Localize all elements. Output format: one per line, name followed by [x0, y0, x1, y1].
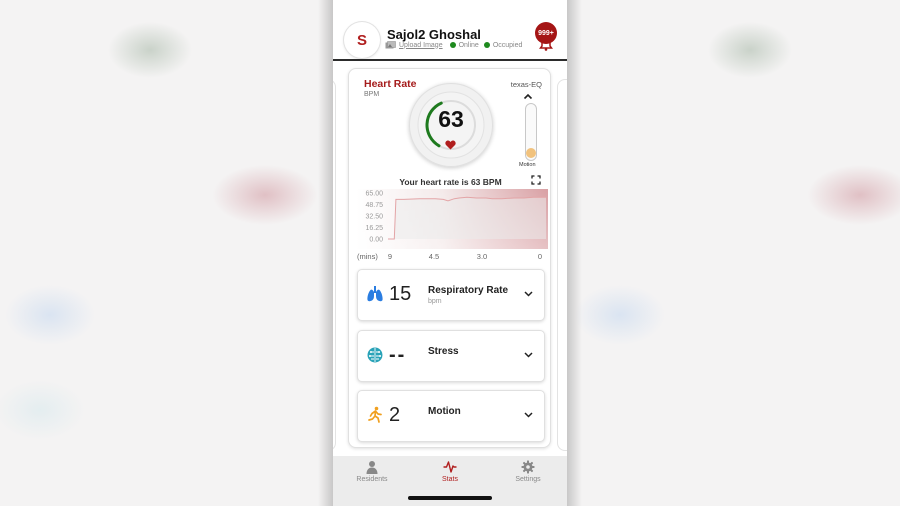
chevron-down-icon[interactable]	[524, 291, 533, 297]
gear-icon	[521, 460, 535, 474]
tab-residents-label: Residents	[356, 476, 388, 483]
motion-slider[interactable]	[525, 103, 537, 161]
tab-stats-label: Stats	[442, 476, 458, 483]
x-tick-label: 4.5	[429, 252, 439, 261]
tab-stats[interactable]: Stats	[420, 460, 480, 483]
expand-icon[interactable]	[531, 175, 541, 185]
online-status-dot	[449, 42, 456, 48]
lungs-icon	[367, 286, 383, 302]
chevron-up-icon[interactable]	[523, 93, 533, 100]
motion-value: 2	[389, 404, 401, 426]
user-name: Sajol2 Ghoshal	[387, 27, 481, 42]
brain-icon	[367, 347, 383, 363]
person-icon	[366, 461, 378, 474]
previous-card-peek[interactable]	[333, 79, 336, 451]
heart-rate-summary: Your heart rate is 63 BPM	[399, 177, 502, 187]
respiratory-rate-unit: bpm	[428, 298, 442, 305]
occupied-status-label: Occupied	[492, 41, 523, 49]
y-tick-label: 65.00	[365, 191, 383, 198]
heart-rate-value: 63	[438, 106, 464, 132]
x-tick-label: 9	[388, 252, 392, 261]
chevron-down-icon[interactable]	[524, 352, 533, 358]
device-name: texas-EQ	[510, 80, 542, 89]
x-tick-label: 3.0	[477, 252, 487, 261]
stress-value: --	[389, 344, 407, 366]
stress-label: Stress	[428, 346, 459, 357]
motion-slider-knob[interactable]	[526, 148, 536, 158]
y-tick-label: 0.00	[369, 237, 383, 244]
y-tick-label: 32.50	[365, 214, 383, 221]
upload-image-link[interactable]: Upload Image	[399, 42, 443, 49]
respiratory-rate-card[interactable]: 15 Respiratory Rate bpm	[357, 269, 545, 321]
y-tick-label: 16.25	[365, 225, 383, 232]
home-indicator	[408, 496, 492, 500]
motion-label: Motion	[428, 406, 461, 417]
tab-settings[interactable]: Settings	[498, 460, 558, 483]
tab-settings-label: Settings	[515, 476, 541, 483]
respiratory-rate-label: Respiratory Rate	[428, 285, 509, 296]
stats-content: Heart Rate BPM texas-EQ 63 Motion Your h…	[333, 63, 567, 456]
notification-badge: 999+	[535, 22, 557, 44]
occupied-status-dot	[483, 42, 490, 48]
heart-rate-chart: 65.00 48.75 32.50 16.25 0.00 (mins) 9 4.5 3.0 0	[356, 189, 548, 261]
tab-residents[interactable]: Residents	[342, 460, 402, 483]
x-axis-label: (mins)	[357, 252, 378, 261]
heart-icon	[445, 140, 456, 150]
online-status-label: Online	[458, 41, 479, 49]
header: S Sajol2 Ghoshal Upload Image Online Occ…	[333, 0, 567, 61]
image-icon	[385, 41, 396, 49]
bottom-tab-bar: Residents Stats Settings	[333, 456, 567, 506]
user-subrow: Upload Image Online Occupied	[385, 41, 527, 49]
chart-area	[388, 197, 546, 239]
phone-screen: S Sajol2 Ghoshal Upload Image Online Occ…	[333, 0, 567, 506]
y-tick-label: 48.75	[365, 202, 383, 209]
respiratory-rate-value: 15	[389, 283, 412, 305]
heart-rate-unit: BPM	[364, 91, 380, 98]
motion-card[interactable]: 2 Motion	[357, 390, 545, 442]
x-tick-label: 0	[538, 252, 542, 261]
notifications-button[interactable]: 999+	[535, 22, 559, 52]
avatar[interactable]: S	[344, 22, 380, 58]
pulse-icon	[443, 461, 457, 473]
stress-card[interactable]: -- Stress	[357, 330, 545, 382]
heart-rate-gauge: 63	[409, 83, 493, 167]
next-card-peek[interactable]	[557, 79, 567, 451]
motion-slider-label: Motion	[519, 162, 536, 168]
chevron-down-icon[interactable]	[524, 412, 533, 418]
running-icon	[368, 406, 382, 423]
